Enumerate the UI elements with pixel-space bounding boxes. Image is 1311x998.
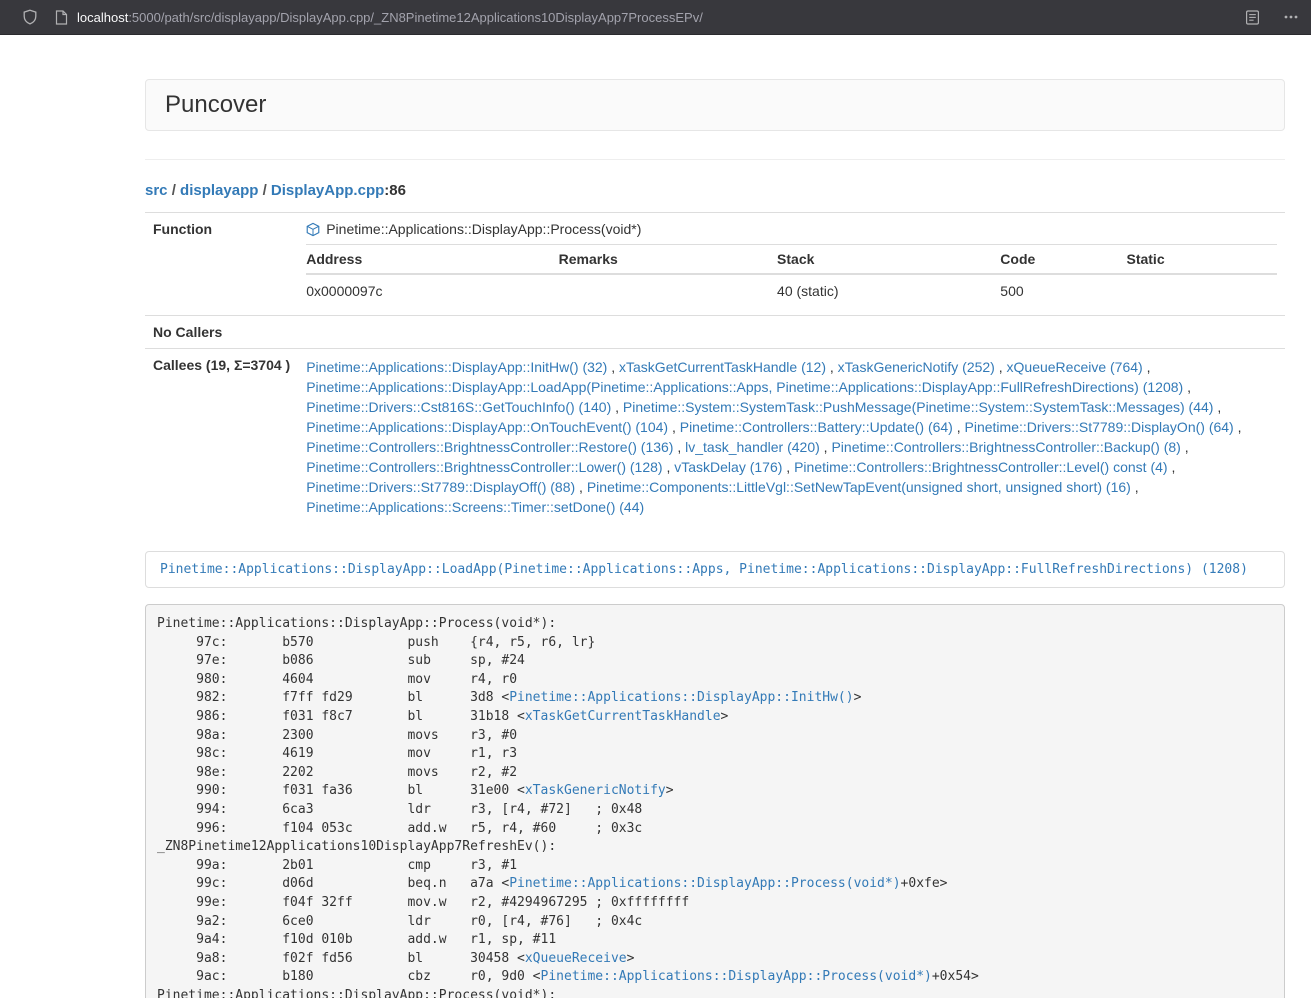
page-title: Puncover (165, 92, 1265, 118)
callee-link[interactable]: Pinetime::Controllers::BrightnessControl… (306, 439, 673, 455)
callee-link[interactable]: Pinetime::Drivers::St7789::DisplayOff() … (306, 479, 575, 495)
code-symbol-link[interactable]: Pinetime::Applications::DisplayApp::Proc… (541, 969, 932, 984)
metrics-table: Address Remarks Stack Code Static 0x0000… (306, 244, 1277, 307)
no-callers-row: No Callers (145, 316, 1285, 349)
selected-callee-link[interactable]: Pinetime::Applications::DisplayApp::Load… (160, 562, 1248, 577)
function-symbol-icon (306, 222, 320, 237)
callee-link[interactable]: Pinetime::Controllers::BrightnessControl… (831, 439, 1180, 455)
page-info-icon[interactable] (55, 10, 68, 25)
url-bar[interactable]: localhost:5000/path/src/displayapp/Displ… (77, 10, 1245, 25)
col-header-address: Address (306, 245, 558, 275)
breadcrumb-link[interactable]: DisplayApp.cpp (271, 182, 384, 199)
callee-separator: , (1168, 459, 1176, 475)
callee-link[interactable]: xTaskGetCurrentTaskHandle (12) (619, 359, 826, 375)
symbol-table: Function Pinetime::Applications::Display… (145, 212, 1285, 525)
col-header-stack: Stack (777, 245, 1000, 275)
callee-separator: , (673, 439, 685, 455)
breadcrumb-link[interactable]: displayapp (180, 182, 258, 199)
callee-separator: , (826, 359, 838, 375)
code-symbol-link[interactable]: Pinetime::Applications::DisplayApp::Proc… (509, 876, 900, 891)
callees-row: Callees (19, Σ=3704 ) Pinetime::Applicat… (145, 349, 1285, 526)
static-value (1126, 274, 1277, 307)
metrics-data-row: 0x0000097c 40 (static) 500 (306, 274, 1277, 307)
col-header-remarks: Remarks (559, 245, 777, 275)
code-value: 500 (1000, 274, 1126, 307)
code-symbol-link[interactable]: Pinetime::Applications::DisplayApp::Init… (509, 690, 853, 705)
callee-link[interactable]: xQueueReceive (764) (1007, 359, 1143, 375)
callee-link[interactable]: Pinetime::Controllers::BrightnessControl… (306, 459, 662, 475)
function-cell: Pinetime::Applications::DisplayApp::Proc… (298, 213, 1285, 316)
code-symbol-link[interactable]: xQueueReceive (525, 951, 627, 966)
callee-separator: , (782, 459, 794, 475)
callees-list: Pinetime::Applications::DisplayApp::Init… (298, 349, 1285, 526)
breadcrumb: src / displayapp / DisplayApp.cpp:86 (145, 182, 1285, 200)
callee-separator: , (820, 439, 832, 455)
shield-icon[interactable] (22, 9, 38, 25)
browser-toolbar: localhost:5000/path/src/displayapp/Displ… (0, 0, 1311, 35)
function-row: Function Pinetime::Applications::Display… (145, 213, 1285, 316)
callee-link[interactable]: vTaskDelay (176) (674, 459, 782, 475)
function-row-label: Function (145, 213, 298, 316)
code-symbol-link[interactable]: xTaskGenericNotify (525, 783, 666, 798)
callee-link[interactable]: Pinetime::Controllers::Battery::Update()… (680, 419, 953, 435)
address-value: 0x0000097c (306, 274, 558, 307)
callee-link[interactable]: Pinetime::Applications::DisplayApp::Init… (306, 359, 607, 375)
stack-value: 40 (static) (777, 274, 1000, 307)
reader-view-icon[interactable] (1245, 10, 1260, 25)
overflow-menu-icon[interactable] (1284, 15, 1298, 19)
callee-separator: , (1213, 399, 1221, 415)
code-symbol-link[interactable]: xTaskGetCurrentTaskHandle (525, 709, 721, 724)
callee-separator: , (995, 359, 1007, 375)
function-name-line: Pinetime::Applications::DisplayApp::Proc… (306, 221, 1277, 238)
url-path: :5000/path/src/displayapp/DisplayApp.cpp… (128, 10, 703, 25)
col-header-code: Code (1000, 245, 1126, 275)
col-header-static: Static (1126, 245, 1277, 275)
remarks-value (559, 274, 777, 307)
callee-separator: , (668, 419, 680, 435)
url-host: localhost (77, 10, 128, 25)
callee-separator: , (1143, 359, 1151, 375)
breadcrumb-separator: / (168, 182, 181, 199)
callee-separator: , (611, 399, 623, 415)
callee-separator: , (663, 459, 675, 475)
callee-link[interactable]: Pinetime::Drivers::St7789::DisplayOn() (… (965, 419, 1234, 435)
callee-separator: , (1181, 439, 1189, 455)
page-content: Puncover src / displayapp / DisplayApp.c… (145, 79, 1285, 998)
callee-link[interactable]: xTaskGenericNotify (252) (838, 359, 995, 375)
callees-label: Callees (19, Σ=3704 ) (145, 349, 298, 526)
callee-link[interactable]: Pinetime::Applications::DisplayApp::OnTo… (306, 419, 668, 435)
callee-separator: , (575, 479, 587, 495)
app-header: Puncover (145, 79, 1285, 131)
disassembly-code: Pinetime::Applications::DisplayApp::Proc… (145, 604, 1285, 998)
selected-callee-box: Pinetime::Applications::DisplayApp::Load… (145, 551, 1285, 588)
no-callers-label: No Callers (145, 316, 298, 349)
breadcrumb-link[interactable]: src (145, 182, 168, 199)
callee-link[interactable]: Pinetime::Controllers::BrightnessControl… (794, 459, 1167, 475)
callee-link[interactable]: Pinetime::System::SystemTask::PushMessag… (623, 399, 1214, 415)
callee-separator: , (1131, 479, 1139, 495)
breadcrumb-separator: / (258, 182, 271, 199)
callee-link[interactable]: Pinetime::Applications::DisplayApp::Load… (306, 379, 1183, 395)
function-name: Pinetime::Applications::DisplayApp::Proc… (326, 221, 641, 238)
header-divider (145, 159, 1285, 160)
callee-separator: , (1234, 419, 1242, 435)
callee-link[interactable]: Pinetime::Components::LittleVgl::SetNewT… (587, 479, 1131, 495)
metrics-header-row: Address Remarks Stack Code Static (306, 245, 1277, 275)
callee-link[interactable]: Pinetime::Applications::Screens::Timer::… (306, 499, 644, 515)
callee-separator: , (953, 419, 965, 435)
callee-separator: , (607, 359, 619, 375)
callee-link[interactable]: Pinetime::Drivers::Cst816S::GetTouchInfo… (306, 399, 611, 415)
breadcrumb-line-number: :86 (384, 182, 406, 199)
callee-link[interactable]: lv_task_handler (420) (685, 439, 820, 455)
callee-separator: , (1183, 379, 1191, 395)
no-callers-cell (298, 316, 1285, 349)
